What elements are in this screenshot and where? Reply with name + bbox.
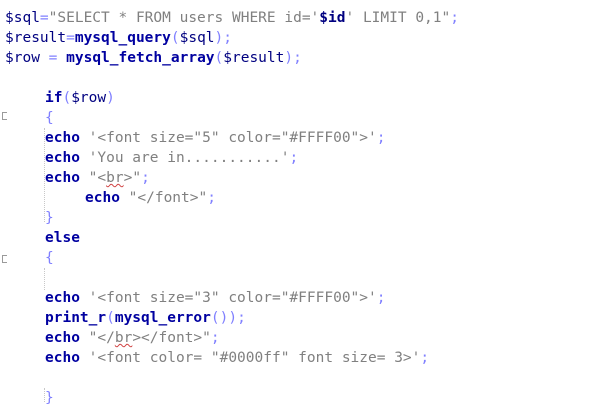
keyword-token: echo (45, 150, 80, 166)
function-token: mysql_fetch_array (66, 50, 215, 66)
string-token: '<font size="5" color="#FFFF00">' (79, 130, 377, 146)
code-line-10[interactable]: } (45, 208, 54, 228)
brace-token: { (45, 250, 54, 266)
semicolon-token: ; (420, 350, 430, 366)
paren-token: ) (214, 30, 224, 46)
code-line-13[interactable]: echo '<font size="3" color="#FFFF00">'; (45, 288, 385, 308)
paren-token: ( (106, 310, 115, 326)
semicolon-token: ; (210, 330, 220, 346)
brace-token: } (45, 390, 54, 406)
semicolon-token: ; (237, 310, 246, 326)
variable-token: $sql (5, 10, 40, 26)
string-token: 'You are in...........' (79, 150, 290, 166)
string-token: "</ (79, 330, 115, 346)
semicolon-token: ; (376, 290, 386, 306)
paren-token: ) (106, 90, 115, 106)
string-token: '<font size="3" color="#FFFF00">' (79, 290, 377, 306)
paren-token: ( (170, 30, 180, 46)
variable-token: $result (223, 50, 285, 66)
string-token: '<font color= "#0000ff" font size= 3>' (79, 350, 421, 366)
keyword-token: echo (45, 350, 80, 366)
semicolon-token: ; (289, 150, 299, 166)
paren-token: ( (214, 50, 224, 66)
code-line-3[interactable]: $row = mysql_fetch_array($result); (5, 48, 302, 68)
string-token: "</font>" (119, 190, 208, 206)
semicolon-token: ; (376, 130, 386, 146)
paren-token: ( (62, 90, 72, 106)
semicolon-token: ; (223, 30, 232, 46)
semicolon-token: ; (450, 10, 459, 26)
spellcheck-flagged-token: br (114, 330, 133, 346)
paren-token: ) (284, 50, 294, 66)
code-line-9[interactable]: echo "</font>"; (85, 188, 216, 208)
string-token: ></font>" (132, 330, 211, 346)
keyword-token: echo (45, 170, 80, 186)
keyword-token: echo (85, 190, 120, 206)
function-token: mysql_query (74, 30, 171, 46)
string-token: ' LIMIT 0,1" (345, 10, 451, 26)
code-line-8[interactable]: echo "<br>"; (45, 168, 150, 188)
variable-token: $row (71, 90, 107, 106)
function-token: print_r (45, 310, 107, 326)
code-editor[interactable]: $sql="SELECT * FROM users WHERE id='$id'… (0, 0, 613, 410)
code-line-6[interactable]: echo '<font size="5" color="#FFFF00">'; (45, 128, 385, 148)
code-line-4[interactable]: if($row) (45, 88, 115, 108)
keyword-token: echo (45, 330, 80, 346)
operator-token: = (39, 50, 67, 66)
operator-token: = (39, 10, 49, 26)
string-token: "SELECT * FROM users WHERE id=' (48, 10, 320, 26)
code-line-16[interactable]: echo '<font color= "#0000ff" font size= … (45, 348, 429, 368)
keyword-token: echo (45, 130, 80, 146)
string-token: "< (79, 170, 107, 186)
interpolated-variable-token: $id (319, 10, 346, 26)
code-line-11[interactable]: else (45, 228, 80, 248)
paren-token: ( (210, 310, 220, 326)
semicolon-token: ; (293, 50, 302, 66)
code-line-12[interactable]: { (45, 248, 54, 268)
fold-marker-icon[interactable] (2, 112, 7, 120)
keyword-token: else (45, 230, 80, 246)
brace-token: } (45, 210, 54, 226)
code-line-15[interactable]: echo "</br></font>"; (45, 328, 220, 348)
keyword-token: echo (45, 290, 80, 306)
function-token: mysql_error (114, 310, 211, 326)
code-line-7[interactable]: echo 'You are in...........'; (45, 148, 298, 168)
code-line-1[interactable]: $sql="SELECT * FROM users WHERE id='$id'… (5, 8, 459, 28)
semicolon-token: ; (141, 170, 150, 186)
fold-marker-icon[interactable] (2, 255, 7, 263)
keyword-token: if (45, 90, 63, 106)
variable-token: $sql (179, 30, 215, 46)
code-line-2[interactable]: $result=mysql_query($sql); (5, 28, 232, 48)
variable-token: $result (5, 30, 67, 46)
code-line-5[interactable]: { (45, 108, 54, 128)
spellcheck-flagged-token: br (106, 170, 124, 186)
code-line-17[interactable]: } (45, 388, 54, 408)
brace-token: { (45, 110, 54, 126)
code-line-14[interactable]: print_r(mysql_error()); (45, 308, 246, 328)
semicolon-token: ; (207, 190, 216, 206)
variable-token: $row (5, 50, 40, 66)
fold-guide-line (44, 268, 46, 290)
paren-token: ) (228, 310, 238, 326)
string-token: >" (123, 170, 142, 186)
operator-token: = (66, 30, 75, 46)
